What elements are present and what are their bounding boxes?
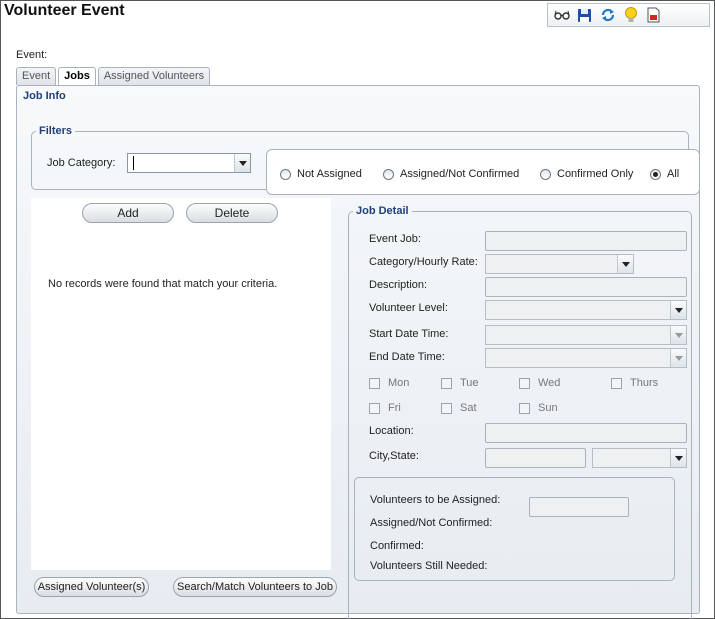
city-field[interactable]	[485, 448, 586, 468]
add-button[interactable]: Add	[82, 203, 174, 223]
category-rate-label: Category/Hourly Rate:	[369, 256, 478, 268]
radio-button[interactable]	[540, 168, 551, 180]
state-select[interactable]	[592, 448, 687, 468]
radio-confirmed-only[interactable]: Confirmed Only	[540, 168, 633, 180]
tab-event[interactable]: Event	[16, 67, 57, 85]
report-icon[interactable]	[645, 7, 662, 24]
location-field[interactable]	[485, 423, 687, 443]
jobs-panel: Job Info Filters Job Category: Not Assig…	[16, 85, 700, 619]
to-be-assigned-label: Volunteers to be Assigned:	[370, 494, 501, 506]
filters-group: Filters Job Category: Not Assigned Assig…	[31, 125, 700, 195]
day-checkbox-fri[interactable]: Fri	[369, 402, 401, 414]
chevron-down-icon[interactable]	[617, 255, 633, 273]
job-list-panel: Add Delete No records were found that ma…	[31, 198, 331, 570]
chevron-down-icon[interactable]	[670, 326, 686, 344]
category-rate-select[interactable]	[485, 254, 634, 274]
day-checkbox-sun[interactable]: Sun	[519, 402, 558, 414]
job-category-label: Job Category:	[47, 157, 116, 169]
radio-button[interactable]	[383, 168, 394, 180]
day-checkbox-thurs[interactable]: Thurs	[611, 377, 658, 389]
job-category-select[interactable]	[127, 153, 251, 173]
volunteer-counts-box: Volunteers to be Assigned: Assigned/Not …	[354, 477, 675, 581]
job-info-group: Job Info Filters Job Category: Not Assig…	[18, 90, 700, 619]
city-state-label: City,State:	[369, 450, 419, 462]
to-be-assigned-field	[529, 497, 629, 517]
empty-list-message: No records were found that match your cr…	[48, 278, 278, 290]
event-label: Event:	[16, 49, 48, 61]
chevron-down-icon[interactable]	[670, 449, 686, 467]
text-caret	[133, 156, 134, 170]
start-date-time-picker[interactable]	[485, 325, 687, 345]
toolbar	[547, 3, 710, 27]
tab-assigned-volunteers[interactable]: Assigned Volunteers	[97, 67, 211, 85]
save-icon[interactable]	[576, 7, 593, 24]
event-job-label: Event Job:	[369, 233, 421, 245]
event-job-field[interactable]	[485, 231, 687, 251]
start-date-time-label: Start Date Time:	[369, 328, 449, 340]
radio-button[interactable]	[280, 168, 291, 180]
chevron-down-icon[interactable]	[670, 301, 686, 319]
day-checkbox-tue[interactable]: Tue	[441, 377, 479, 389]
end-date-time-picker[interactable]	[485, 348, 687, 368]
day-checkbox-sat[interactable]: Sat	[441, 402, 477, 414]
filters-legend: Filters	[39, 125, 73, 137]
confirmed-label: Confirmed:	[370, 540, 424, 552]
radio-button-checked[interactable]	[650, 168, 661, 180]
search-match-volunteers-button[interactable]: Search/Match Volunteers to Job	[173, 577, 337, 597]
assigned-volunteers-button[interactable]: Assigned Volunteer(s)	[34, 577, 149, 597]
location-label: Location:	[369, 425, 414, 437]
chevron-down-icon[interactable]	[234, 154, 250, 172]
job-detail-group: Job Detail Event Job: Category/Hourly Ra…	[348, 205, 692, 619]
lightbulb-icon[interactable]	[622, 6, 639, 24]
delete-button[interactable]: Delete	[186, 203, 278, 223]
tab-bar: Event Jobs Assigned Volunteers	[16, 67, 211, 86]
end-date-time-label: End Date Time:	[369, 351, 445, 363]
refresh-icon[interactable]	[599, 7, 616, 24]
job-detail-legend: Job Detail	[356, 205, 409, 217]
still-needed-label: Volunteers Still Needed:	[370, 560, 488, 572]
glasses-icon[interactable]	[553, 7, 570, 24]
assignment-filter-group: Not Assigned Assigned/Not Confirmed Conf…	[266, 149, 700, 195]
volunteer-level-select[interactable]	[485, 300, 687, 320]
day-checkbox-wed[interactable]: Wed	[519, 377, 560, 389]
radio-not-assigned[interactable]: Not Assigned	[280, 168, 362, 180]
radio-assigned-not-confirmed[interactable]: Assigned/Not Confirmed	[383, 168, 519, 180]
radio-all[interactable]: All	[650, 168, 679, 180]
window-title: Volunteer Event	[4, 2, 125, 19]
day-checkbox-mon[interactable]: Mon	[369, 377, 409, 389]
description-label: Description:	[369, 279, 428, 291]
tab-jobs[interactable]: Jobs	[58, 67, 96, 86]
description-field[interactable]	[485, 277, 687, 297]
job-info-legend: Job Info	[23, 90, 66, 102]
volunteer-level-label: Volunteer Level:	[369, 302, 448, 314]
assigned-not-confirmed-label: Assigned/Not Confirmed:	[370, 517, 493, 529]
chevron-down-icon[interactable]	[670, 349, 686, 367]
